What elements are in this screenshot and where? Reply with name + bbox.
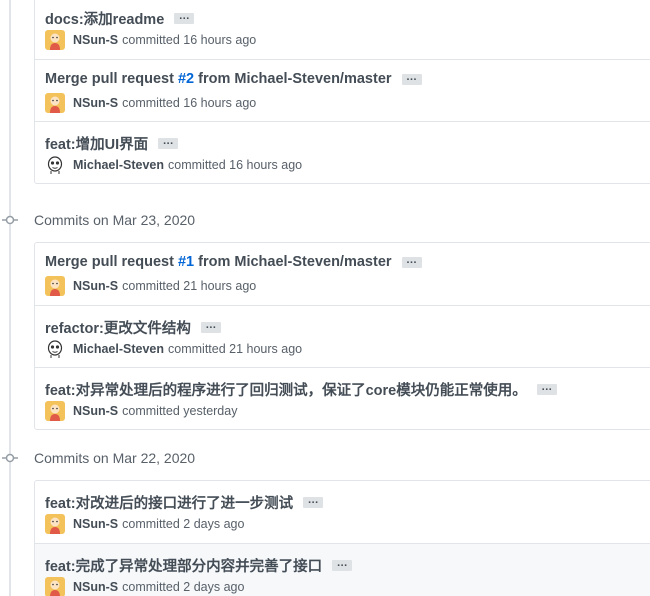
commit-time: committed 16 hours ago (122, 96, 257, 110)
pull-request-link[interactable]: #2 (178, 71, 194, 87)
nsun-avatar[interactable] (45, 93, 65, 113)
commit-author-link[interactable]: NSun-S (73, 33, 118, 47)
commit-title-link[interactable]: Merge pull request #1 from Michael-Steve… (45, 254, 392, 270)
commit-author-link[interactable]: NSun-S (73, 580, 118, 594)
expand-message-button[interactable]: … (401, 71, 422, 85)
michael-avatar[interactable] (45, 155, 65, 175)
commit-time: committed 16 hours ago (168, 158, 303, 172)
commit-title-link[interactable]: Merge pull request #2 from Michael-Steve… (45, 71, 392, 87)
commit-title-link[interactable]: feat:完成了异常处理部分内容并完善了接口 (45, 555, 322, 576)
commit-author-link[interactable]: NSun-S (73, 96, 118, 110)
commit-item: Merge pull request #1 from Michael-Steve… (35, 243, 650, 305)
commit-group-date: Commits on Mar 22, 2020 (34, 450, 196, 466)
commit-author-link[interactable]: Michael-Steven (73, 158, 164, 172)
commit-item: Merge pull request #2 from Michael-Steve… (35, 59, 650, 121)
commit-group-box: feat:对改进后的接口进行了进一步测试 … NSun-S committed … (34, 480, 650, 596)
commit-title-link[interactable]: feat:对异常处理后的程序进行了回归测试，保证了core模块仍能正常使用。 (45, 379, 527, 400)
commit-group-box: docs:添加readme … NSun-S committed 16 hour… (34, 0, 650, 184)
nsun-avatar[interactable] (45, 514, 65, 534)
commit-title-link[interactable]: feat:增加UI界面 (45, 133, 148, 154)
commit-time: committed 2 days ago (122, 517, 245, 531)
commit-time: committed 21 hours ago (122, 279, 257, 293)
commit-group-date: Commits on Mar 23, 2020 (34, 212, 196, 228)
commit-author-link[interactable]: NSun-S (73, 404, 118, 418)
commit-author-link[interactable]: NSun-S (73, 517, 118, 531)
commit-title-link[interactable]: docs:添加readme (45, 8, 164, 29)
commit-item: refactor:更改文件结构 … Michael-Steven committ… (35, 305, 650, 367)
commit-title-link[interactable]: refactor:更改文件结构 (45, 317, 191, 338)
expand-message-button[interactable]: … (332, 558, 353, 571)
nsun-avatar[interactable] (45, 276, 65, 296)
commit-time: committed yesterday (122, 404, 238, 418)
commit-item: feat:增加UI界面 … Michael-Steven committed 1… (35, 121, 650, 183)
nsun-avatar[interactable] (45, 30, 65, 50)
pull-request-link[interactable]: #1 (178, 254, 194, 270)
expand-message-button[interactable]: … (401, 254, 422, 268)
expand-message-button[interactable]: … (303, 495, 324, 508)
nsun-avatar[interactable] (45, 577, 65, 596)
commit-item: feat:对改进后的接口进行了进一步测试 … NSun-S committed … (35, 481, 650, 543)
commit-author-link[interactable]: NSun-S (73, 279, 118, 293)
commit-time: committed 21 hours ago (168, 342, 303, 356)
expand-message-button[interactable]: … (174, 11, 195, 24)
commit-item: feat:对异常处理后的程序进行了回归测试，保证了core模块仍能正常使用。 …… (35, 367, 650, 429)
commit-node-icon (2, 212, 18, 228)
expand-message-button[interactable]: … (200, 320, 221, 333)
commit-node-icon (2, 450, 18, 466)
commit-author-link[interactable]: Michael-Steven (73, 342, 164, 356)
commit-group-box: Merge pull request #1 from Michael-Steve… (34, 242, 650, 430)
expand-message-button[interactable]: … (536, 382, 557, 395)
commit-item: feat:完成了异常处理部分内容并完善了接口 … NSun-S committe… (35, 543, 650, 596)
commit-item: docs:添加readme … NSun-S committed 16 hour… (35, 0, 650, 59)
commit-time: committed 16 hours ago (122, 33, 257, 47)
expand-message-button[interactable]: … (158, 136, 179, 149)
nsun-avatar[interactable] (45, 401, 65, 421)
commit-title-link[interactable]: feat:对改进后的接口进行了进一步测试 (45, 492, 293, 513)
timeline-line (9, 0, 11, 596)
commit-time: committed 2 days ago (122, 580, 245, 594)
michael-avatar[interactable] (45, 339, 65, 359)
commit-history: docs:添加readme … NSun-S committed 16 hour… (0, 0, 650, 596)
